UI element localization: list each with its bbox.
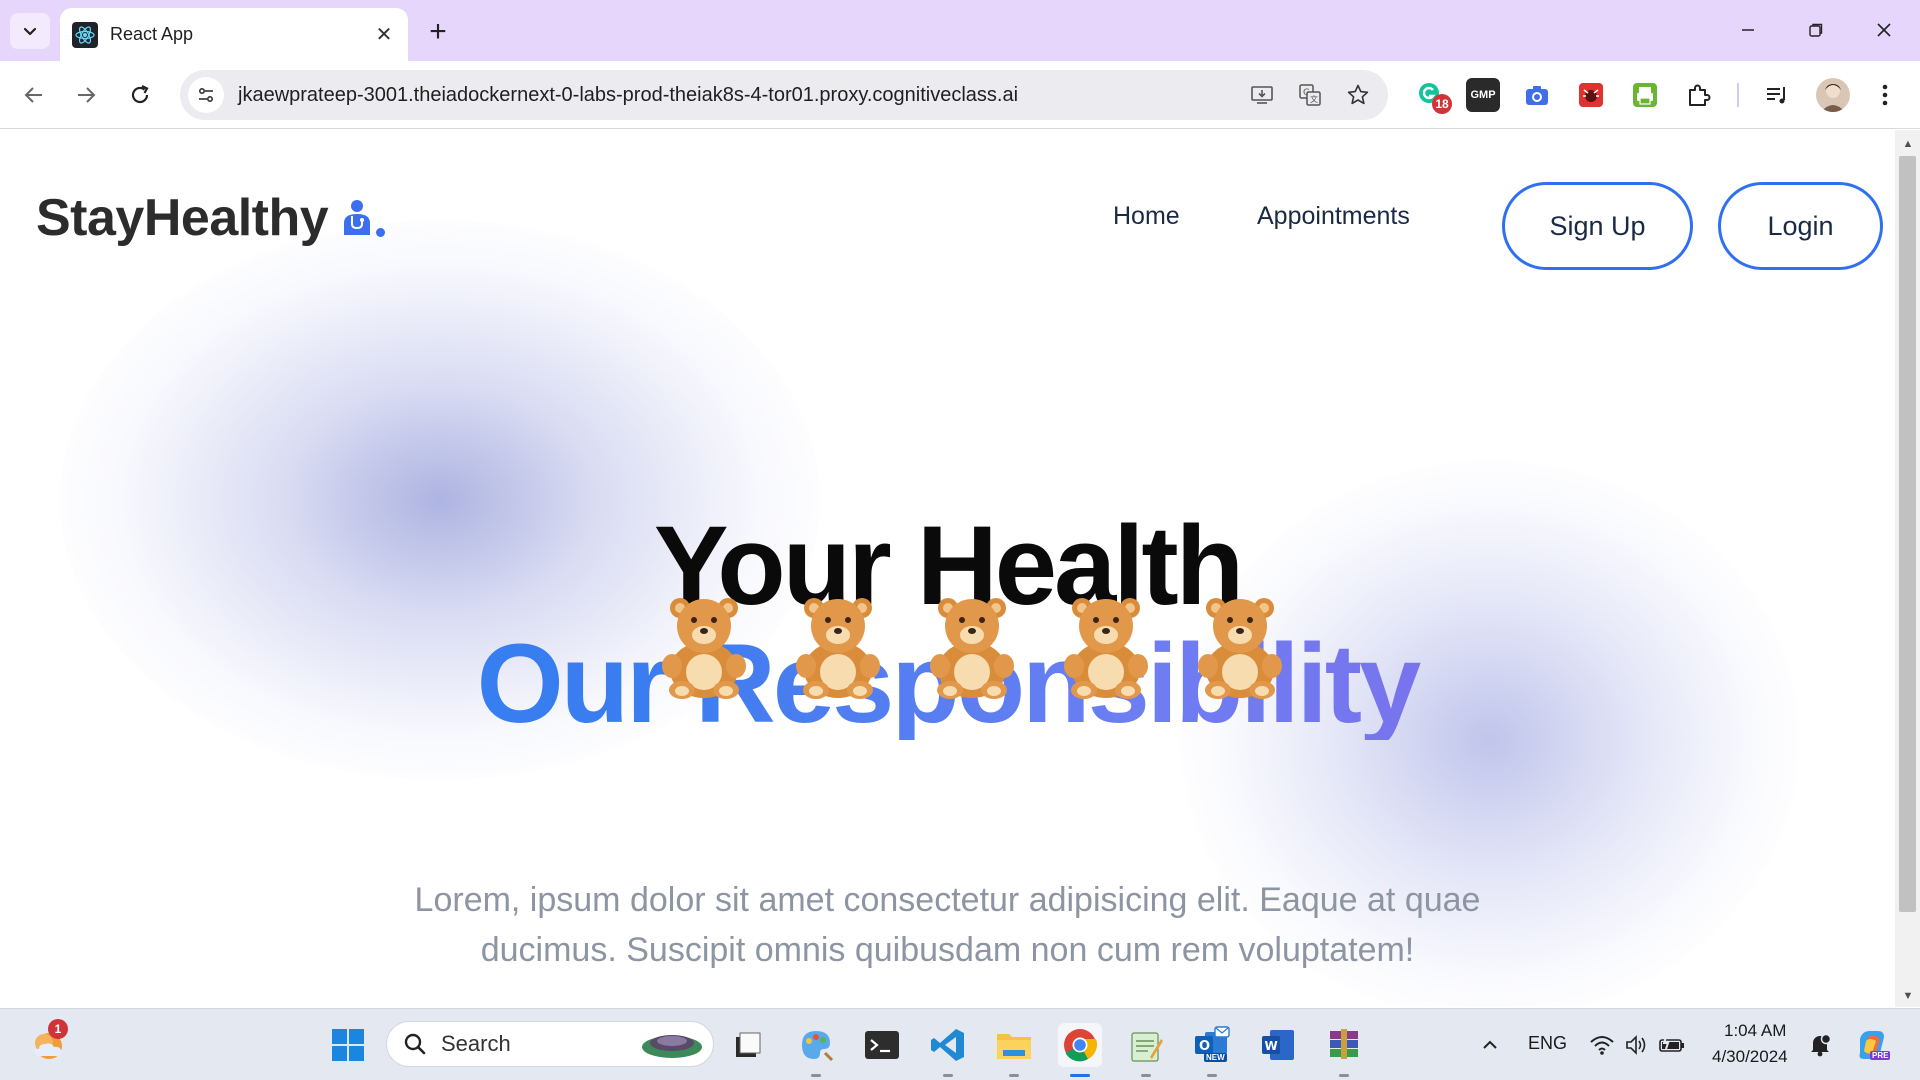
vscode-app-icon[interactable] <box>926 1023 970 1077</box>
word-app-icon[interactable]: W <box>1256 1023 1300 1067</box>
translate-icon[interactable]: G文 <box>1292 77 1328 113</box>
notepad-app-icon[interactable] <box>1124 1023 1168 1077</box>
language-indicator[interactable]: ENG <box>1528 1033 1567 1054</box>
reload-icon <box>131 85 149 104</box>
extension-grammar-icon[interactable]: 18 <box>1414 78 1452 114</box>
chevron-down-icon <box>23 27 37 36</box>
extension-bug-icon[interactable] <box>1574 78 1608 112</box>
site-info-icon[interactable] <box>188 77 224 113</box>
extension-print-icon[interactable] <box>1628 78 1662 112</box>
teddy-bear-icon <box>1198 598 1282 699</box>
nav-appointments-link[interactable]: Appointments <box>1257 202 1410 231</box>
back-button[interactable] <box>14 75 54 115</box>
react-icon <box>72 21 98 48</box>
arrow-right-icon <box>78 87 96 103</box>
taskbar-search[interactable]: Search <box>386 1021 714 1067</box>
svg-text:O: O <box>1199 1039 1210 1054</box>
extension-gmp-icon[interactable]: GMP <box>1466 78 1500 112</box>
doctor-icon <box>344 200 371 235</box>
notification-bell-icon[interactable] <box>1798 1023 1842 1067</box>
extensions-puzzle-icon[interactable] <box>1682 78 1716 112</box>
address-bar[interactable]: jkaewprateep-3001.theiadockernext-0-labs… <box>180 70 1388 120</box>
clock-date[interactable]: 4/30/2024 <box>1712 1047 1788 1067</box>
search-icon <box>404 1033 426 1055</box>
logo-text: StayHealthy <box>36 189 329 247</box>
bookmark-star-icon[interactable] <box>1340 77 1376 113</box>
teddy-bear-icon <box>930 598 1014 699</box>
outlook-new-app-icon[interactable]: O NEW <box>1190 1023 1234 1077</box>
browser-toolbar: jkaewprateep-3001.theiadockernext-0-labs… <box>0 61 1920 129</box>
search-highlight-icon <box>642 1035 702 1058</box>
site-logo[interactable]: StayHealthy <box>36 188 386 248</box>
minimize-icon[interactable] <box>1720 10 1776 50</box>
svg-text:文: 文 <box>1310 94 1318 104</box>
teddy-bear-icon <box>662 598 746 699</box>
tab-title: React App <box>110 24 194 44</box>
search-placeholder: Search <box>441 1031 511 1056</box>
start-windows-icon[interactable] <box>326 1023 370 1067</box>
weather-badge: 1 <box>48 1019 68 1039</box>
login-button[interactable]: Login <box>1718 182 1883 270</box>
media-control-icon[interactable] <box>1760 78 1794 112</box>
teddy-bear-icon <box>1064 598 1148 699</box>
scroll-up-icon[interactable]: ▲ <box>1900 136 1916 152</box>
restore-icon[interactable] <box>1788 10 1844 50</box>
copilot-icon[interactable]: PRE <box>1850 1023 1894 1067</box>
weather-widget-icon[interactable]: 1 <box>26 1019 70 1067</box>
toolbar-divider <box>1737 83 1739 107</box>
teddy-bear-icon <box>796 598 880 699</box>
chrome-app-icon[interactable] <box>1058 1023 1102 1077</box>
svg-text:W: W <box>1265 1039 1278 1053</box>
install-app-icon[interactable] <box>1244 77 1280 113</box>
file-explorer-icon[interactable] <box>992 1023 1036 1077</box>
signup-button[interactable]: Sign Up <box>1502 182 1693 270</box>
nav-home-link[interactable]: Home <box>1113 202 1180 231</box>
extension-camera-icon[interactable] <box>1520 78 1554 112</box>
chevron-up-icon[interactable] <box>1468 1023 1512 1067</box>
teddy-bear-row <box>662 598 1282 699</box>
scrollbar-thumb[interactable] <box>1899 156 1916 912</box>
outlook-new-badge: NEW <box>1204 1053 1227 1062</box>
arrow-left-icon <box>24 87 42 103</box>
battery-icon[interactable] <box>1650 1023 1694 1067</box>
reload-button[interactable] <box>120 75 160 115</box>
logo-dot <box>376 227 386 237</box>
forward-button[interactable] <box>66 75 106 115</box>
hero-description: Lorem, ipsum dolor sit amet consectetur … <box>414 881 1481 969</box>
scroll-down-icon[interactable]: ▼ <box>1900 988 1916 1004</box>
browser-tab-strip: React App ✕ + <box>0 0 1920 61</box>
clock-time[interactable]: 1:04 AM <box>1724 1021 1786 1041</box>
paint-app-icon[interactable] <box>794 1023 838 1077</box>
close-window-icon[interactable] <box>1856 10 1912 50</box>
page-viewport: StayHealthy Home Appointments Sign Up Lo… <box>0 130 1895 1007</box>
browser-tab-active[interactable]: React App ✕ <box>60 8 408 61</box>
profile-avatar[interactable] <box>1816 78 1850 112</box>
task-view-icon[interactable] <box>726 1023 770 1067</box>
tab-search-button[interactable] <box>10 13 50 49</box>
more-menu-icon[interactable] <box>1868 78 1902 112</box>
url-text[interactable]: jkaewprateep-3001.theiadockernext-0-labs… <box>238 84 1244 107</box>
new-tab-button[interactable]: + <box>420 14 456 50</box>
copilot-pre-badge: PRE <box>1870 1051 1891 1060</box>
terminal-app-icon[interactable] <box>860 1023 904 1067</box>
windows-taskbar: 1 Search O NEW W ENG 1:04 AM 4/30/2024 P… <box>0 1008 1920 1080</box>
close-tab-icon[interactable]: ✕ <box>372 23 396 47</box>
winrar-app-icon[interactable] <box>1322 1023 1366 1077</box>
extension-badge: 18 <box>1432 94 1452 114</box>
